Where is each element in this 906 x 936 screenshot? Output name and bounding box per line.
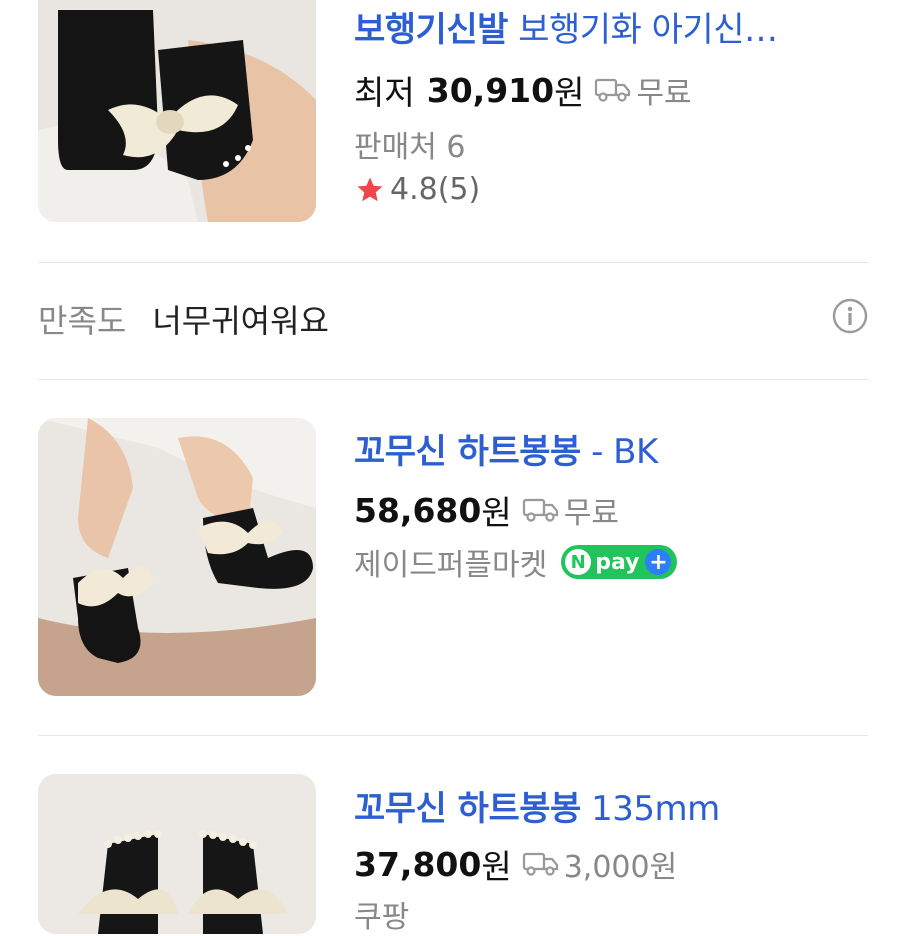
npay-text: pay (595, 549, 640, 575)
product-2-seller-row: 제이드퍼플마켓 Npay + (354, 540, 678, 584)
divider-1 (38, 262, 868, 263)
truck-icon (595, 78, 631, 102)
product-3-title[interactable]: 꼬무신 하트봉봉 135mm (354, 781, 720, 830)
info-icon[interactable] (832, 298, 868, 338)
product-1-shipping-text: 무료 (636, 76, 692, 111)
product-1-shipping: 무료 (594, 68, 692, 112)
product-1-rating-value: 4.8 (390, 172, 438, 207)
product-2-price-line: 58,680 원 무료 (354, 486, 619, 534)
product-2-seller[interactable]: 제이드퍼플마켓 (354, 540, 547, 584)
npay-plus-icon: + (645, 549, 672, 575)
divider-3 (38, 735, 868, 736)
truck-icon (522, 498, 558, 522)
product-3-price: 37,800 (354, 844, 482, 884)
product-1-thumbnail[interactable] (38, 0, 316, 222)
product-2-shipping-text: 무료 (563, 496, 619, 531)
product-3-title-bold: 꼬무신 하트봉봉 (354, 789, 581, 829)
product-1-price: 30,910 (426, 70, 555, 110)
satisfaction-value: 너무귀여워요 (152, 302, 329, 340)
satisfaction-row: 만족도 너무귀여워요 (38, 296, 329, 342)
product-1-title-bold: 보행기신발 (354, 10, 508, 50)
npay-n-icon: N (565, 549, 592, 575)
divider-2 (38, 379, 868, 380)
product-2-price-unit: 원 (481, 493, 512, 532)
product-1-title[interactable]: 보행기신발 보행기화 아기신… (354, 2, 778, 51)
product-2-title[interactable]: 꼬무신 하트봉봉 - BK (354, 424, 658, 473)
product-3-price-line: 37,800 원 3,000원 (354, 840, 677, 888)
product-3-image (38, 774, 316, 934)
truck-icon (522, 852, 558, 876)
product-2-shipping: 무료 (522, 488, 619, 532)
product-3-seller[interactable]: 쿠팡 (354, 892, 409, 936)
product-3-title-rest: 135mm (580, 789, 720, 829)
product-3-shipping-text: 3,000원 (563, 850, 678, 885)
product-2-image (38, 418, 316, 696)
product-3-shipping: 3,000원 (522, 842, 677, 886)
product-1-price-unit: 원 (554, 73, 585, 112)
product-1-price-label: 최저 (354, 73, 415, 112)
product-2-price: 58,680 (354, 490, 482, 530)
product-1-seller-count: 판매처 6 (354, 130, 466, 165)
npay-badge: Npay + (561, 545, 678, 579)
satisfaction-label: 만족도 (38, 302, 127, 340)
product-2-title-rest: - BK (580, 432, 658, 472)
product-2-thumbnail[interactable] (38, 418, 316, 696)
product-2-title-bold: 꼬무신 하트봉봉 (354, 432, 581, 472)
product-1-title-rest: 보행기화 아기신… (507, 10, 778, 50)
product-1-image (38, 0, 316, 222)
product-1-price-line: 최저 30,910 원 무료 (354, 66, 692, 114)
product-3-price-unit: 원 (481, 847, 512, 886)
product-1-review-count: (5) (437, 172, 481, 207)
product-1-rating: 4.8 (5) (354, 172, 480, 207)
star-icon (357, 177, 383, 201)
product-3-thumbnail[interactable] (38, 774, 316, 934)
